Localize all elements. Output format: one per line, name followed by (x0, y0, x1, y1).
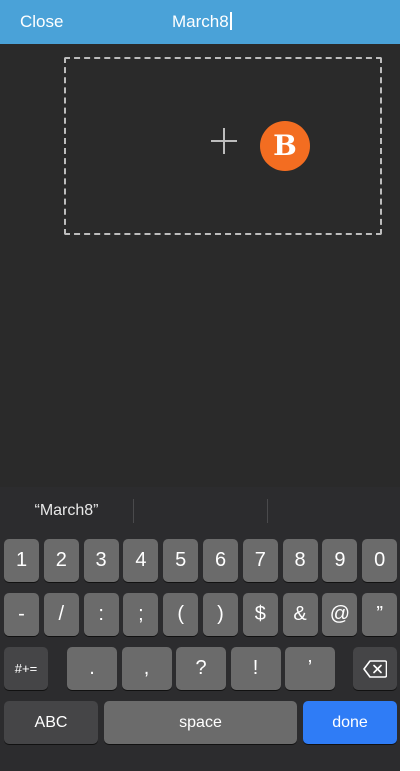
symbol-key-3[interactable]: ; (123, 593, 159, 636)
symbol-key-2[interactable]: : (83, 593, 119, 636)
suggestion-bar: “March8” (0, 487, 400, 533)
symbol-key-0[interactable]: - (4, 593, 39, 636)
symbols-toggle-key[interactable]: #+= (4, 647, 48, 690)
number-key-0[interactable]: 1 (4, 539, 39, 582)
punctuation-key-1[interactable]: , (121, 647, 172, 690)
punctuation-key-4[interactable]: ’ (285, 647, 335, 690)
number-key-8[interactable]: 9 (322, 539, 358, 582)
number-key-1[interactable]: 2 (43, 539, 79, 582)
done-key[interactable]: done (303, 701, 397, 744)
symbol-key-9[interactable]: ” (362, 593, 398, 636)
title-input[interactable]: March8 (172, 12, 232, 32)
top-bar: Close March8 (0, 0, 400, 44)
title-input-value: March8 (172, 12, 229, 31)
suggestion-2[interactable] (134, 487, 267, 533)
screen: Close March8 B “March8” #+= ABC space do… (0, 0, 400, 771)
suggestion-1[interactable]: “March8” (0, 487, 133, 533)
punctuation-key-2[interactable]: ? (176, 647, 226, 690)
keyboard: “March8” #+= ABC space done 1 2 3 4 5 6 7 8 9 0 - /… (0, 487, 400, 771)
symbol-key-7[interactable]: & (282, 593, 318, 636)
backspace-key[interactable] (353, 647, 397, 690)
symbol-key-5[interactable]: ) (203, 593, 238, 636)
symbol-key-4[interactable]: ( (163, 593, 199, 636)
punctuation-key-0[interactable]: . (67, 647, 117, 690)
suggestion-3[interactable] (268, 487, 400, 533)
abc-key[interactable]: ABC (4, 701, 98, 744)
number-key-5[interactable]: 6 (203, 539, 238, 582)
symbol-key-8[interactable]: @ (322, 593, 358, 636)
text-caret (229, 12, 232, 30)
plus-icon[interactable] (211, 128, 237, 154)
punctuation-key-3[interactable]: ! (230, 647, 281, 690)
backspace-icon (363, 659, 387, 678)
brand-badge: B (260, 121, 310, 171)
space-key[interactable]: space (104, 701, 297, 744)
number-key-7[interactable]: 8 (282, 539, 318, 582)
number-key-6[interactable]: 7 (242, 539, 278, 582)
number-key-9[interactable]: 0 (362, 539, 398, 582)
symbol-key-1[interactable]: / (43, 593, 79, 636)
symbol-key-6[interactable]: $ (242, 593, 278, 636)
number-key-2[interactable]: 3 (83, 539, 119, 582)
number-key-3[interactable]: 4 (123, 539, 159, 582)
number-key-4[interactable]: 5 (163, 539, 199, 582)
close-button[interactable]: Close (20, 12, 63, 32)
